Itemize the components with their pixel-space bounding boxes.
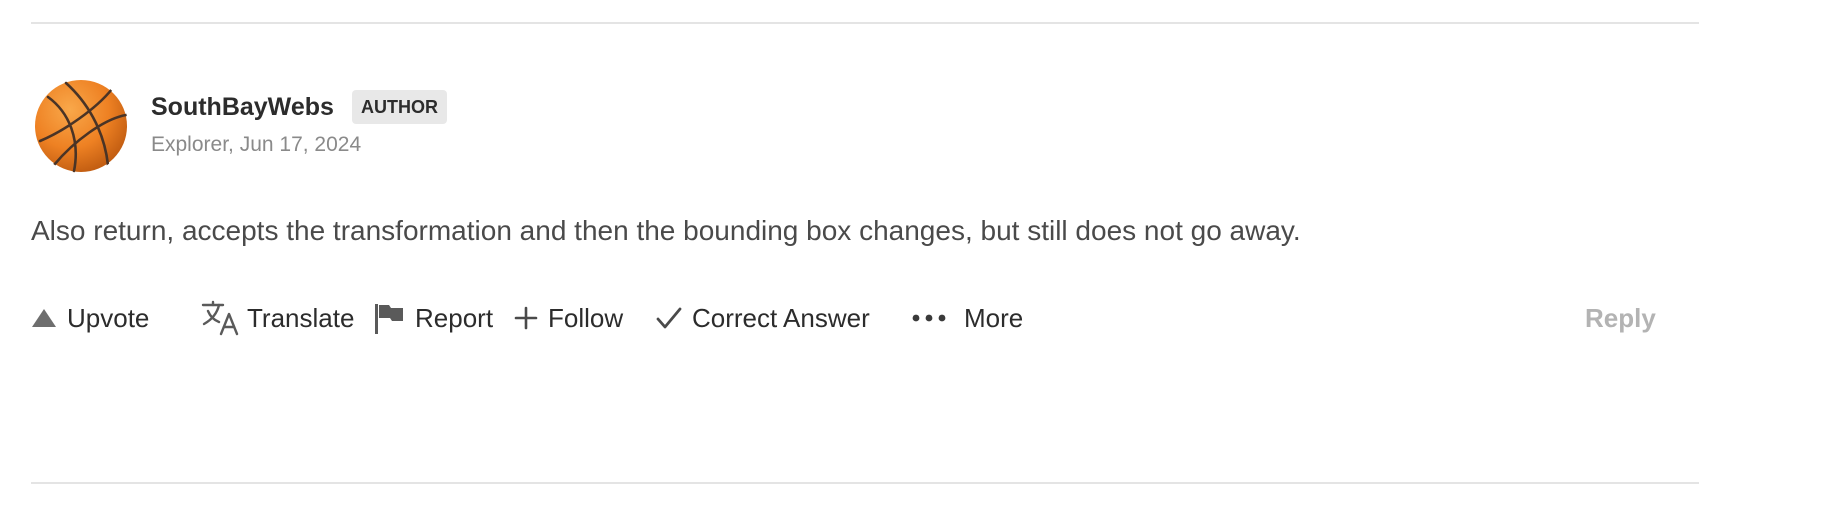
basketball-icon (35, 80, 128, 173)
more-label: More (964, 302, 1024, 333)
triangle-up-icon (31, 307, 57, 329)
avatar[interactable] (34, 79, 128, 173)
upvote-button[interactable]: Upvote (31, 298, 149, 338)
reply-label: Reply (1585, 302, 1656, 333)
upvote-label: Upvote (67, 302, 150, 333)
follow-label: Follow (548, 302, 624, 333)
flag-icon (373, 301, 405, 335)
post-message: Also return, accepts the transformation … (31, 215, 1301, 246)
translate-label: Translate (247, 302, 355, 333)
top-divider (31, 22, 1699, 24)
correct-answer-label: Correct Answer (692, 302, 870, 333)
author-rank-and-date: Explorer, Jun 17, 2024 (151, 133, 362, 156)
report-button[interactable]: Report (373, 298, 493, 338)
reply-button[interactable]: Reply (1585, 298, 1656, 338)
more-button[interactable]: More (912, 298, 1023, 338)
author-badge: AUTHOR (352, 90, 447, 124)
translate-icon (201, 300, 241, 336)
ellipsis-icon (912, 313, 946, 323)
translate-button[interactable]: Translate (201, 298, 354, 338)
bottom-divider (31, 482, 1699, 484)
plus-icon (514, 306, 538, 330)
author-name[interactable]: SouthBayWebs (151, 92, 334, 122)
correct-answer-button[interactable]: Correct Answer (656, 298, 870, 338)
report-label: Report (415, 302, 494, 333)
follow-button[interactable]: Follow (514, 298, 623, 338)
checkmark-icon (656, 306, 682, 330)
